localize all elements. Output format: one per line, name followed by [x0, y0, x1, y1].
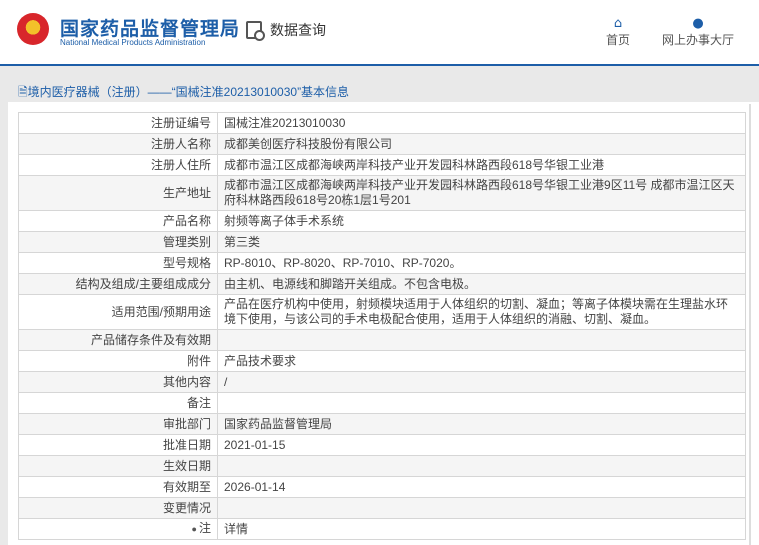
row-value: 产品技术要求	[217, 350, 746, 372]
row-label: 产品名称	[18, 210, 218, 232]
row-label-text: 注册人住所	[150, 157, 211, 172]
table-row: 注册人住所 成都市温江区成都海峡两岸科技产业开发园科林路西段618号华银工业港	[18, 154, 746, 176]
row-value: 国械注准20213010030	[217, 112, 746, 134]
panel-title: 🗎境内医疗器械（注册）——“国械注准20213010030”基本信息	[8, 78, 759, 102]
row-label: 管理类别	[18, 231, 218, 253]
row-value: 成都市温江区成都海峡两岸科技产业开发园科林路西段618号华银工业港9区11号 成…	[217, 175, 746, 211]
row-value: 2021-01-15	[217, 434, 746, 456]
row-label-text: 审批部门	[162, 416, 211, 431]
row-value	[217, 329, 746, 351]
row-value: 国家药品监督管理局	[217, 413, 746, 435]
table-row: 有效期至 2026-01-14	[18, 476, 746, 498]
row-label: 注册人住所	[18, 154, 218, 176]
org-name-cn: 国家药品监督管理局	[60, 18, 241, 40]
document-icon: 🗎	[18, 85, 28, 99]
details-link[interactable]: 详情	[217, 518, 746, 540]
table-row: 生效日期	[18, 455, 746, 477]
row-label-text: 批准日期	[162, 437, 211, 452]
table-row: 变更情况	[18, 497, 746, 519]
row-value	[217, 455, 746, 477]
row-label-text: 产品名称	[162, 213, 211, 228]
row-value: 2026-01-14	[217, 476, 746, 498]
table-row: 注册人名称 成都美创医疗科技股份有限公司	[18, 133, 746, 155]
row-value: /	[217, 371, 746, 393]
row-label: 注册人名称	[18, 133, 218, 155]
row-label: 备注	[18, 392, 218, 414]
row-label: 批准日期	[18, 434, 218, 456]
row-label-text: 变更情况	[162, 500, 211, 515]
org-name-en: National Medical Products Administration	[60, 38, 206, 47]
row-value: 产品在医疗机构中使用，射频模块适用于人体组织的切割、凝血；等离子体模块需在生理盐…	[217, 294, 746, 330]
row-label-text: 管理类别	[162, 234, 211, 249]
row-label: 产品储存条件及有效期	[18, 329, 218, 351]
panel-title-text: 境内医疗器械（注册）——“国械注准20213010030”基本信息	[27, 85, 350, 99]
national-emblem-logo	[17, 13, 49, 45]
data-query-label: 数据查询	[270, 23, 326, 39]
row-label-text: 生效日期	[162, 458, 211, 473]
table-row: 型号规格 RP-8010、RP-8020、RP-7010、RP-7020。	[18, 252, 746, 274]
table-row: 备注	[18, 392, 746, 414]
nav-home-label: 首页	[606, 33, 631, 47]
info-panel: 🗎境内医疗器械（注册）——“国械注准20213010030”基本信息 注册证编号…	[8, 78, 759, 545]
table-row: 产品储存条件及有效期	[18, 329, 746, 351]
row-value: 成都市温江区成都海峡两岸科技产业开发园科林路西段618号华银工业港	[217, 154, 746, 176]
row-label-text: 产品储存条件及有效期	[90, 332, 211, 347]
home-icon: ⌂	[613, 16, 623, 31]
table-row: 产品名称 射频等离子体手术系统	[18, 210, 746, 232]
row-label: 变更情况	[18, 497, 218, 519]
row-label-text: 有效期至	[162, 479, 211, 494]
row-label: 附件	[18, 350, 218, 372]
table-row: 审批部门 国家药品监督管理局	[18, 413, 746, 435]
pin-icon: ●	[191, 524, 197, 534]
row-label-text: 附件	[186, 353, 211, 368]
row-label: 审批部门	[18, 413, 218, 435]
row-label: 生产地址	[18, 175, 218, 211]
nav-home[interactable]: ⌂ 首页	[606, 16, 630, 48]
row-value: 由主机、电源线和脚踏开关组成。不包含电极。	[217, 273, 746, 295]
table-row: 生产地址 成都市温江区成都海峡两岸科技产业开发园科林路西段618号华银工业港9区1…	[18, 175, 746, 211]
table-row: 管理类别 第三类	[18, 231, 746, 253]
site-header: 国家药品监督管理局 National Medical Products Admi…	[0, 0, 759, 66]
table-row: ● 注详情	[18, 518, 746, 540]
scrollbar[interactable]	[749, 104, 751, 545]
row-value: RP-8010、RP-8020、RP-7010、RP-7020。	[217, 252, 746, 274]
data-query-link[interactable]: 数据查询	[246, 20, 326, 41]
row-label: 其他内容	[18, 371, 218, 393]
user-icon: ●	[692, 16, 704, 31]
row-value: 第三类	[217, 231, 746, 253]
row-label-text: 注	[198, 521, 211, 535]
row-label: 结构及组成/主要组成成分	[18, 273, 218, 295]
row-value: 成都美创医疗科技股份有限公司	[217, 133, 746, 155]
row-label-text: 生产地址	[162, 185, 211, 200]
row-label: 有效期至	[18, 476, 218, 498]
row-label: 生效日期	[18, 455, 218, 477]
table-row: 批准日期 2021-01-15	[18, 434, 746, 456]
table-row: 附件 产品技术要求	[18, 350, 746, 372]
document-search-icon	[246, 21, 265, 41]
table-row: 注册证编号 国械注准20213010030	[18, 112, 746, 134]
nav-online-hall-label: 网上办事大厅	[662, 33, 735, 47]
table-row: 其他内容 /	[18, 371, 746, 393]
row-label: ● 注	[18, 518, 218, 540]
row-value	[217, 392, 746, 414]
info-table: 注册证编号 国械注准20213010030 注册人名称 成都美创医疗科技股份有限公司注…	[18, 112, 746, 540]
row-label-text: 备注	[186, 395, 211, 410]
table-row: 结构及组成/主要组成成分 由主机、电源线和脚踏开关组成。不包含电极。	[18, 273, 746, 295]
row-label-text: 注册证编号	[150, 115, 211, 130]
row-label: 型号规格	[18, 252, 218, 274]
row-value: 射频等离子体手术系统	[217, 210, 746, 232]
row-label-text: 注册人名称	[150, 136, 211, 151]
table-row: 适用范围/预期用途 产品在医疗机构中使用，射频模块适用于人体组织的切割、凝血；等离…	[18, 294, 746, 330]
nav-online-hall[interactable]: ● 网上办事大厅	[662, 16, 734, 48]
row-label-text: 适用范围/预期用途	[111, 304, 211, 319]
row-label: 适用范围/预期用途	[18, 294, 218, 330]
row-label-text: 其他内容	[162, 374, 211, 389]
row-value	[217, 497, 746, 519]
row-label-text: 型号规格	[162, 255, 211, 270]
row-label-text: 结构及组成/主要组成成分	[75, 276, 211, 291]
row-label: 注册证编号	[18, 112, 218, 134]
